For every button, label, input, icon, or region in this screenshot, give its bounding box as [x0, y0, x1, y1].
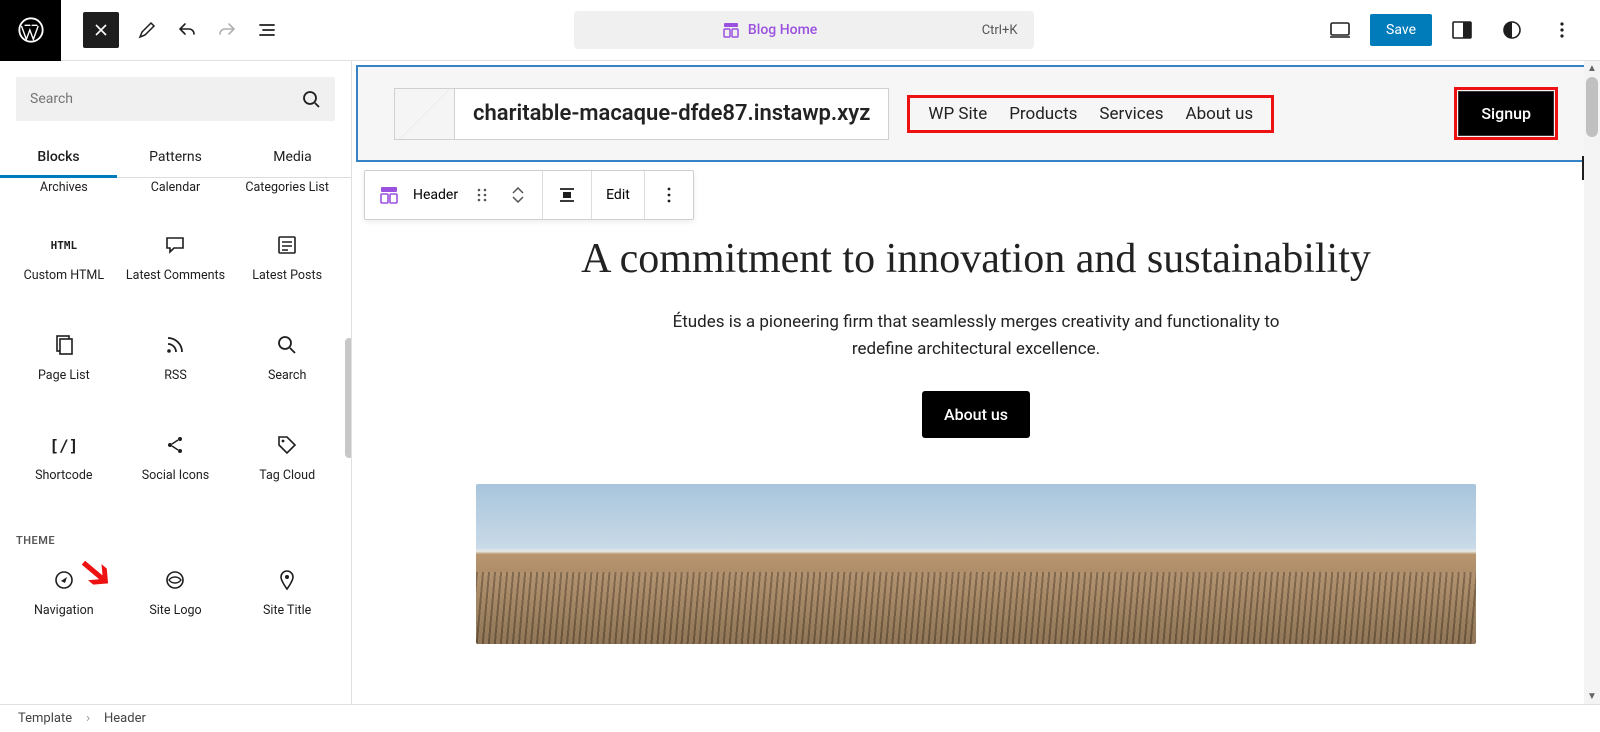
- search-blocks-input[interactable]: [16, 77, 335, 121]
- move-up-down-button[interactable]: [500, 177, 536, 213]
- shortcode-icon: [/]: [51, 432, 77, 458]
- nav-item[interactable]: Products: [1009, 104, 1077, 124]
- block-navigation[interactable]: Navigation: [8, 553, 120, 653]
- site-title-text[interactable]: charitable-macaque-dfde87.instawp.xyz: [455, 101, 888, 126]
- top-toolbar: Blog Home Ctrl+K Save: [0, 0, 1600, 61]
- redo-button[interactable]: [207, 6, 247, 54]
- document-overview-button[interactable]: [247, 6, 287, 54]
- block-tag-cloud[interactable]: Tag Cloud: [231, 418, 343, 518]
- template-icon: [722, 21, 740, 39]
- wordpress-logo[interactable]: [0, 0, 61, 61]
- block-calendar[interactable]: Calendar: [120, 178, 232, 218]
- block-rss[interactable]: RSS: [120, 318, 232, 418]
- search-block-icon: [274, 332, 300, 358]
- edit-tool-button[interactable]: [127, 6, 167, 54]
- block-archives[interactable]: Archives: [8, 178, 120, 218]
- posts-icon: [274, 232, 300, 258]
- block-toolbar: Header: [364, 170, 694, 220]
- pages-icon: [51, 332, 77, 358]
- block-name-label: Header: [407, 187, 464, 203]
- settings-sidebar-button[interactable]: [1442, 10, 1482, 50]
- tag-icon: [274, 432, 300, 458]
- compass-icon: [51, 567, 77, 593]
- tab-blocks[interactable]: Blocks: [0, 137, 117, 177]
- block-options-button[interactable]: [651, 177, 687, 213]
- pin-icon: [274, 567, 300, 593]
- block-inserter-panel: Blocks Patterns Media Archives Calendar …: [0, 61, 352, 704]
- nav-item[interactable]: About us: [1186, 104, 1254, 124]
- html-icon: HTML: [51, 232, 77, 258]
- block-search[interactable]: Search: [231, 318, 343, 418]
- sidebar-scrollbar[interactable]: [343, 178, 351, 704]
- undo-button[interactable]: [167, 6, 207, 54]
- document-title: Blog Home: [748, 22, 817, 38]
- site-logo-icon: [162, 567, 188, 593]
- block-latest-posts[interactable]: Latest Posts: [231, 218, 343, 318]
- signup-button-wrapper: Signup: [1454, 87, 1558, 140]
- site-identity-group[interactable]: charitable-macaque-dfde87.instawp.xyz: [394, 88, 889, 140]
- block-type-button[interactable]: [371, 177, 407, 213]
- block-site-title[interactable]: Site Title: [231, 553, 343, 653]
- block-categories-list[interactable]: Categories List: [231, 178, 343, 218]
- block-shortcode[interactable]: [/]Shortcode: [8, 418, 120, 518]
- block-custom-html[interactable]: HTMLCustom HTML: [8, 218, 120, 318]
- view-desktop-button[interactable]: [1320, 10, 1360, 50]
- search-field[interactable]: [30, 91, 301, 107]
- editor-canvas: charitable-macaque-dfde87.instawp.xyz WP…: [352, 61, 1600, 704]
- styles-button[interactable]: [1492, 10, 1532, 50]
- block-page-list[interactable]: Page List: [8, 318, 120, 418]
- document-title-bar[interactable]: Blog Home Ctrl+K: [574, 11, 1034, 49]
- breadcrumb-item[interactable]: Header: [104, 711, 146, 726]
- rss-icon: [162, 332, 188, 358]
- command-shortcut: Ctrl+K: [966, 23, 1034, 38]
- close-inserter-button[interactable]: [83, 12, 119, 48]
- search-icon: [301, 89, 321, 109]
- block-social-icons[interactable]: Social Icons: [120, 418, 232, 518]
- navigation-block[interactable]: WP Site Products Services About us: [907, 95, 1274, 133]
- share-icon: [162, 432, 188, 458]
- block-latest-comments[interactable]: Latest Comments: [120, 218, 232, 318]
- save-button[interactable]: Save: [1370, 14, 1432, 46]
- align-button[interactable]: [549, 177, 585, 213]
- hero-image[interactable]: [476, 484, 1476, 644]
- edit-template-button[interactable]: Edit: [598, 177, 638, 213]
- block-site-logo[interactable]: Site Logo: [120, 553, 232, 653]
- hero-heading[interactable]: A commitment to innovation and sustainab…: [396, 232, 1556, 287]
- nav-item[interactable]: WP Site: [928, 104, 987, 124]
- breadcrumb-separator: ›: [86, 711, 90, 726]
- hero-section[interactable]: A commitment to innovation and sustainab…: [356, 162, 1596, 684]
- comment-icon: [162, 232, 188, 258]
- tab-patterns[interactable]: Patterns: [117, 137, 234, 177]
- hero-subtitle[interactable]: Études is a pioneering firm that seamles…: [656, 309, 1296, 363]
- header-template-part[interactable]: charitable-macaque-dfde87.instawp.xyz WP…: [356, 65, 1596, 162]
- options-menu-button[interactable]: [1542, 10, 1582, 50]
- breadcrumb-item[interactable]: Template: [18, 711, 72, 726]
- signup-button[interactable]: Signup: [1458, 91, 1554, 136]
- inserter-tabs: Blocks Patterns Media: [0, 137, 351, 178]
- breadcrumb: Template › Header: [0, 704, 1600, 732]
- site-logo-placeholder[interactable]: [395, 89, 455, 139]
- tab-media[interactable]: Media: [234, 137, 351, 177]
- canvas-scrollbar[interactable]: ▲ ▼: [1584, 61, 1600, 704]
- drag-handle[interactable]: [464, 177, 500, 213]
- section-heading-theme: THEME: [8, 518, 343, 553]
- nav-item[interactable]: Services: [1099, 104, 1163, 124]
- hero-cta-button[interactable]: About us: [922, 391, 1030, 438]
